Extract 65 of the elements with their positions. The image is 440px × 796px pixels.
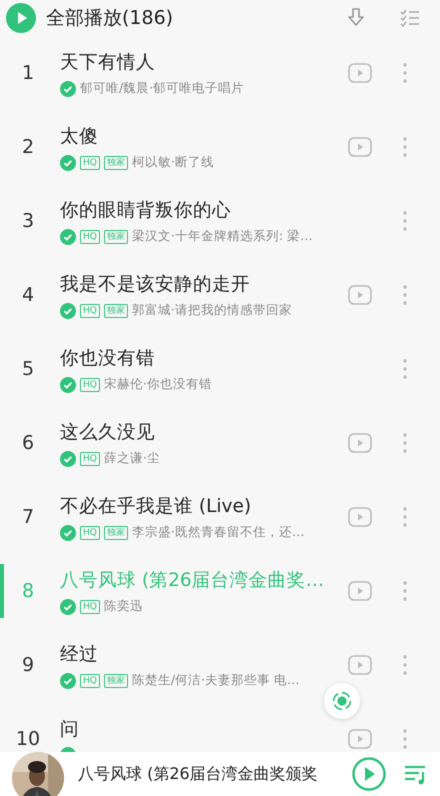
- video-icon[interactable]: [348, 581, 372, 601]
- song-title[interactable]: 太傻: [60, 123, 342, 148]
- more-icon[interactable]: [402, 579, 408, 603]
- quality-tag: HQ: [80, 452, 100, 466]
- song-title[interactable]: 经过: [60, 641, 342, 666]
- video-icon[interactable]: [348, 137, 372, 157]
- quality-tag: 独家: [104, 304, 128, 318]
- artist-album: 梁汉文·十年金牌精选系列: 梁…: [132, 228, 313, 245]
- quality-tag: 独家: [104, 526, 128, 540]
- quality-tag: HQ: [80, 230, 100, 244]
- song-title[interactable]: 你的眼睛背叛你的心: [60, 197, 342, 222]
- artist-album: 陈奕迅: [104, 598, 143, 615]
- track-number: 5: [20, 358, 36, 380]
- track-number: 9: [20, 654, 36, 676]
- video-icon[interactable]: [348, 507, 372, 527]
- song-title[interactable]: 问: [60, 716, 342, 740]
- now-playing-title[interactable]: 八号风球 (第26届台湾金曲奖颁奖: [78, 764, 318, 784]
- more-icon[interactable]: [402, 61, 408, 85]
- artist-album: 柯以敏·断了线: [132, 154, 214, 171]
- track-number: 7: [20, 506, 36, 528]
- quality-tag: HQ: [80, 156, 100, 170]
- song-title[interactable]: 这么久没见: [60, 419, 342, 444]
- video-icon[interactable]: [348, 729, 372, 749]
- artist-album: 陈楚生/何洁·夫妻那些事 电…: [132, 672, 300, 689]
- track-number: 4: [20, 284, 36, 306]
- more-icon[interactable]: [402, 209, 408, 233]
- quality-tag: 独家: [104, 156, 128, 170]
- video-icon[interactable]: [348, 655, 372, 675]
- quality-tag: HQ: [80, 600, 100, 614]
- artist-album: 郭富城·请把我的情感带回家: [132, 302, 292, 319]
- song-title[interactable]: 不必在乎我是谁 (Live): [60, 493, 342, 518]
- play-all-icon[interactable]: [6, 3, 36, 33]
- more-icon[interactable]: [402, 727, 408, 751]
- artist-album: 郁可唯/魏晨·郁可唯电子唱片: [80, 80, 244, 97]
- track-number: 6: [20, 432, 36, 454]
- track-number: 1: [20, 62, 36, 84]
- quality-tag: HQ: [80, 526, 100, 540]
- more-icon[interactable]: [402, 505, 408, 529]
- more-icon[interactable]: [402, 431, 408, 455]
- song-title[interactable]: 天下有情人: [60, 49, 342, 74]
- quality-tag: 独家: [104, 230, 128, 244]
- more-icon[interactable]: [402, 283, 408, 307]
- quality-tag: 独家: [104, 674, 128, 688]
- play-button[interactable]: [352, 757, 386, 791]
- track-number: 2: [20, 136, 36, 158]
- more-icon[interactable]: [402, 135, 408, 159]
- song-title[interactable]: 我是不是该安静的走开: [60, 271, 342, 296]
- video-icon[interactable]: [348, 63, 372, 83]
- song-title[interactable]: 你也没有错: [60, 345, 342, 370]
- video-icon[interactable]: [348, 285, 372, 305]
- track-number: 10: [14, 728, 42, 750]
- artist-album: 李宗盛·既然青春留不住，还…: [132, 524, 304, 541]
- track-number: 8: [20, 580, 36, 602]
- quality-tag: HQ: [80, 674, 100, 688]
- locate-button[interactable]: [324, 683, 360, 719]
- artist-album: 薛之谦·尘: [104, 450, 160, 467]
- artist-album: 宋赫伦·你也没有错: [104, 376, 212, 393]
- target-icon: [331, 690, 353, 712]
- more-icon[interactable]: [402, 357, 408, 381]
- video-icon[interactable]: [348, 433, 372, 453]
- quality-tag: HQ: [80, 378, 100, 392]
- track-number: 3: [20, 210, 36, 232]
- more-icon[interactable]: [402, 653, 408, 677]
- quality-tag: HQ: [80, 304, 100, 318]
- play-all-label[interactable]: 全部播放(186): [46, 5, 174, 31]
